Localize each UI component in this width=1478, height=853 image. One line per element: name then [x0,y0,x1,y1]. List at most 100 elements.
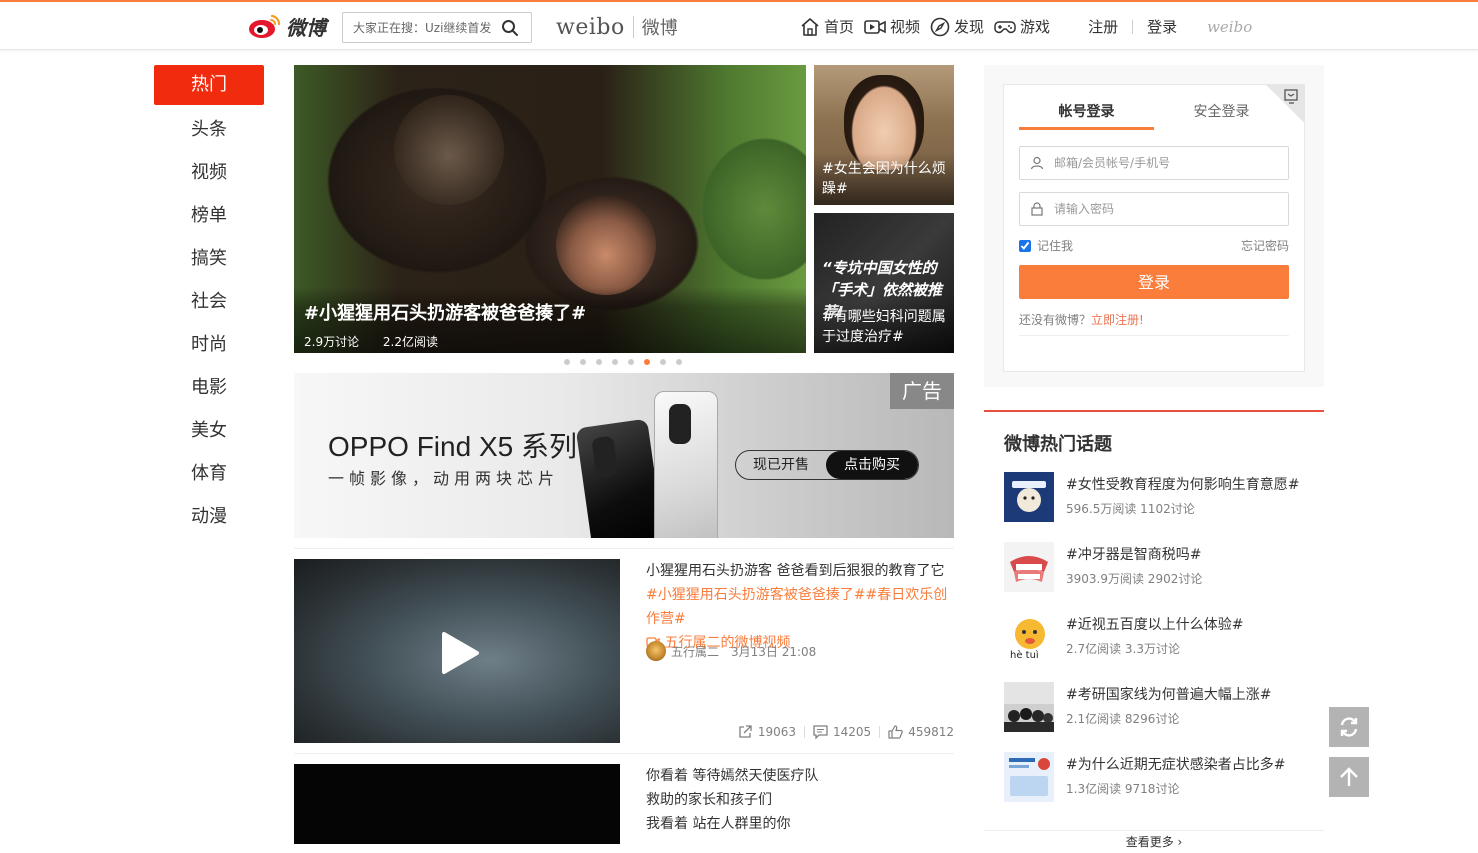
ad-badge: 广告 [890,373,954,409]
nav-home-label: 首页 [824,18,855,36]
nav-home[interactable]: 首页 [800,16,854,37]
refresh-button[interactable] [1329,707,1369,747]
register-link[interactable]: 注册 [1088,16,1118,37]
sidebar-item-movies[interactable]: 电影 [154,366,264,409]
forgot-password-link[interactable]: 忘记密码 [1241,237,1289,254]
tab-account-login[interactable]: 帐号登录 [1019,101,1154,130]
nav-games-label: 游戏 [1020,18,1051,36]
ad-buy-button[interactable]: 点击购买 [826,451,918,479]
sidebar-item-funny[interactable]: 搞笑 [154,237,264,280]
sidebar-item-anime[interactable]: 动漫 [154,495,264,538]
topic-name: #冲牙器是智商税吗# [1066,547,1202,563]
carousel-side-card-1[interactable]: #女生会因为什么烦躁# [814,65,954,205]
topic-name: #女性受教育程度为何影响生育意愿# [1066,477,1300,493]
arrow-up-icon [1340,767,1358,786]
avatar[interactable] [646,641,666,661]
username-input[interactable] [1054,148,1274,178]
hot-topic-item[interactable]: #考研国家线为何普遍大幅上涨# 2.1亿阅读 8296讨论 [1004,682,1304,732]
nav-discover-label: 发现 [954,18,985,36]
carousel-dot[interactable] [628,359,634,365]
sidebar-item-fashion[interactable]: 时尚 [154,323,264,366]
sidebar-item-society[interactable]: 社会 [154,280,264,323]
search-input[interactable] [343,13,493,42]
nav-discover[interactable]: 发现 [930,16,984,37]
tab-secure-login[interactable]: 安全登录 [1154,101,1289,129]
hot-topic-item[interactable]: #为什么近期无症状感染者占比多# 1.3亿阅读 9718讨论 [1004,752,1304,802]
topic-thumbnail [1004,752,1054,802]
side-card-2-title: #有哪些妇科问题属于过度治疗# [814,301,954,353]
post-time: 3月13日 21:08 [731,644,817,659]
comment-button[interactable]: 14205 [813,725,871,739]
sidebar-item-beauty[interactable]: 美女 [154,409,264,452]
login-submit-button[interactable]: 登录 [1019,265,1289,299]
weibo-mark: weibo [1207,17,1253,36]
nav-video-label: 视频 [890,18,921,36]
carousel-title[interactable]: #小猩猩用石头扔游客被爸爸揍了# [304,299,796,325]
carousel-dot-active[interactable] [644,359,650,365]
like-button[interactable]: 459812 [888,725,954,739]
carousel-dot[interactable] [580,359,586,365]
carousel-main-slide[interactable]: #小猩猩用石头扔游客被爸爸揍了# 2.9万讨论 2.2亿阅读 [294,65,806,353]
nav-games[interactable]: 游戏 [994,16,1050,37]
remember-me[interactable]: 记住我 [1019,237,1073,254]
view-more-link[interactable]: 查看更多 › [984,830,1324,850]
author-name[interactable]: 五行属二 [671,643,719,660]
video-icon [864,19,886,34]
ad-cta[interactable]: 现已开售 点击购买 [735,450,919,480]
carousel-dot[interactable] [660,359,666,365]
video-thumbnail[interactable] [294,764,620,844]
ad-banner[interactable]: OPPO Find X5 系列 一帧影像，动用两块芯片 现已开售 点击购买 广告 [294,373,954,538]
hot-topic-item[interactable]: hè tuì #近视五百度以上什么体验# 2.7亿阅读 3.3万讨论 [1004,612,1304,662]
carousel-dot[interactable] [612,359,618,365]
action-divider [879,726,881,738]
post-hashtags[interactable]: #小猩猩用石头扔游客被爸爸揍了##春日欢乐创作营# [646,587,947,627]
lock-icon [1020,202,1054,216]
remember-checkbox[interactable] [1019,239,1031,252]
hot-topic-item[interactable]: #冲牙器是智商税吗# 3903.9万阅读 2902讨论 [1004,542,1304,592]
chimp-face-young [556,195,656,295]
search-icon [502,19,518,36]
sidebar-item-hot[interactable]: 热门 [154,65,264,105]
topic-meta: 596.5万阅读 1102讨论 [1066,502,1195,516]
carousel-dots [564,359,692,365]
brand-en: weibo [556,14,625,40]
phone-image-white [654,391,718,538]
feed-divider [294,548,954,549]
weibo-logo[interactable]: 微博 [248,10,326,42]
remember-label: 记住我 [1037,239,1074,253]
feed-item: 小猩猩用石头扔游客 爸爸看到后狠狠的教育了它 #小猩猩用石头扔游客被爸爸揍了##… [294,559,954,744]
sidebar-item-headlines[interactable]: 头条 [154,108,264,151]
carousel-reads: 2.2亿阅读 [382,335,439,349]
hot-topic-item[interactable]: #女性受教育程度为何影响生育意愿# 596.5万阅读 1102讨论 [1004,472,1304,522]
password-input[interactable] [1054,194,1274,224]
sidebar-item-rankings[interactable]: 榜单 [154,194,264,237]
feed-divider [294,753,954,754]
register-now-link[interactable]: 立即注册! [1091,313,1144,327]
play-icon [442,632,479,674]
carousel-side-card-2[interactable]: “专坑中国女性的 「手术」依然被推荐! #有哪些妇科问题属于过度治疗# [814,213,954,353]
nav-video[interactable]: 视频 [864,16,920,37]
top-navbar: 微博 weibo 微博 首页 视频 [0,0,1478,50]
sidebar-item-video[interactable]: 视频 [154,151,264,194]
topic-thumbnail: hè tuì [1004,612,1054,662]
category-sidebar: 热门 头条 视频 榜单 搞笑 社会 时尚 电影 美女 体育 动漫 [154,65,264,538]
carousel-dot[interactable] [676,359,682,365]
login-link[interactable]: 登录 [1147,16,1177,37]
hot-topics-panel: 微博热门话题 #女性受教育程度为何影响生育意愿# 596.5万阅读 1102讨论… [984,410,1324,849]
user-icon [1020,156,1054,170]
topic-meta: 2.1亿阅读 8296讨论 [1066,712,1180,726]
carousel-dot[interactable] [564,359,570,365]
sidebar-item-sports[interactable]: 体育 [154,452,264,495]
register-prompt: 还没有微博？立即注册! [1019,311,1144,328]
gamepad-icon [994,20,1016,33]
search-button[interactable] [493,14,527,42]
back-to-top-button[interactable] [1329,757,1369,797]
video-thumbnail[interactable] [294,559,620,743]
carousel-dot[interactable] [596,359,602,365]
repost-button[interactable]: 19063 [738,725,796,739]
topic-meta: 3903.9万阅读 2902讨论 [1066,572,1203,586]
side-card-1-title: #女生会因为什么烦躁# [814,153,954,205]
carousel-stats: 2.9万讨论 2.2亿阅读 [304,333,796,350]
svg-text:hè tuì: hè tuì [1010,649,1039,661]
thumbs-up-icon [888,725,903,739]
